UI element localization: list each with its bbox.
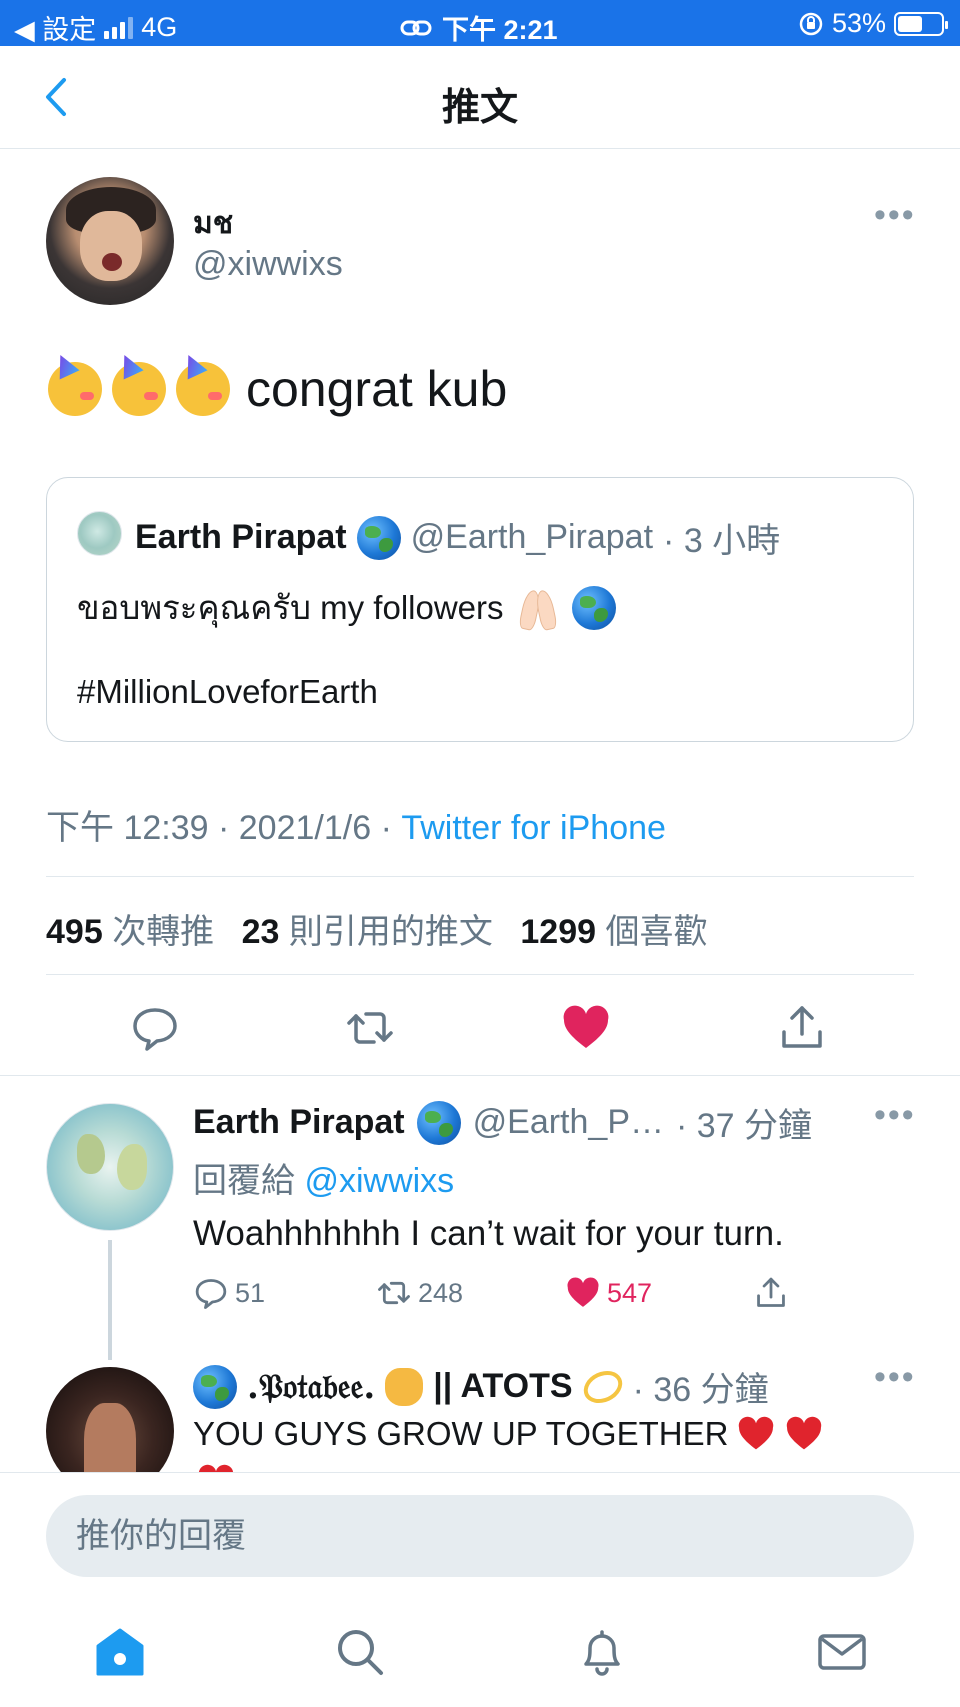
search-icon[interactable] — [334, 1626, 386, 1678]
like-count-label[interactable]: 個喜歡 — [605, 913, 707, 951]
liked-heart-icon — [567, 1277, 599, 1307]
retweet-icon[interactable] — [344, 1002, 396, 1054]
more-options-icon[interactable]: ••• — [874, 196, 916, 235]
reply-to-line: 回覆給 @xiwwixs — [193, 1153, 454, 1202]
retweet-icon — [378, 1281, 410, 1305]
meta-separator: · — [217, 809, 230, 847]
partying-face-emoji-icon — [48, 362, 102, 416]
status-bar: ◀ 設定 4G 下午 2:21 53% — [0, 0, 960, 46]
tweet-source-link[interactable]: Twitter for iPhone — [401, 809, 666, 847]
messages-mail-icon[interactable] — [816, 1626, 868, 1678]
notifications-bell-icon[interactable] — [576, 1626, 628, 1678]
quoted-tweet-hashtag: #MillionLoveforEarth — [77, 673, 378, 710]
red-heart-emoji-icon — [739, 1416, 774, 1450]
retweet-count[interactable]: 495 — [46, 913, 103, 951]
status-bar-left: ◀ 設定 4G — [14, 8, 177, 47]
link-icon — [400, 20, 432, 35]
partying-face-emoji-icon — [176, 362, 230, 416]
status-time: 下午 2:21 — [442, 15, 558, 45]
share-icon — [757, 1277, 785, 1307]
reply-author-handle[interactable]: @Earth_P… — [473, 1103, 664, 1142]
reply2-author-name[interactable]: .𝔓𝔬𝔱𝔞𝔟𝔢𝔢. — [247, 1367, 375, 1407]
quoted-tweet-header: Earth Pirapat @Earth_Pirapat · 3 小時 — [135, 513, 780, 562]
partying-face-emoji-icon — [112, 362, 166, 416]
cat-emoji-icon — [385, 1367, 424, 1406]
meta-separator: · — [380, 809, 392, 847]
reply2-text: YOU GUYS GROW UP TOGETHER — [193, 1414, 824, 1454]
reply2-author-name-suffix[interactable]: || ATOTS — [433, 1367, 572, 1406]
nav-bar: 推文 — [0, 46, 960, 149]
section-divider — [0, 1075, 960, 1076]
reply-to-handle[interactable]: @xiwwixs — [304, 1162, 454, 1200]
reply-reply-button[interactable]: 51 — [193, 1275, 265, 1311]
reply-reply-count: 51 — [235, 1277, 266, 1308]
quoted-tweet-text: ขอบพระคุณครับ my followers — [77, 581, 616, 634]
reply2-time: · 36 分鐘 — [632, 1371, 769, 1409]
reply-retweet-button[interactable]: 248 — [376, 1275, 463, 1311]
reply-retweet-count: 248 — [418, 1277, 464, 1308]
liked-heart-icon[interactable] — [560, 1002, 612, 1054]
reply2-header: .𝔓𝔬𝔱𝔞𝔟𝔢𝔢. || ATOTS · 36 分鐘 — [193, 1362, 769, 1411]
reply-header: Earth Pirapat @Earth_P… · 37 分鐘 — [193, 1098, 812, 1147]
cellular-signal-icon — [104, 16, 134, 39]
reply-compose-area — [0, 1472, 960, 1707]
status-bar-right: 53% — [798, 8, 948, 39]
quoted-author-name: Earth Pirapat — [135, 518, 347, 556]
author-handle[interactable]: @xiwwixs — [193, 245, 343, 284]
tweet-text: congrat kub — [48, 360, 507, 418]
rotation-lock-icon — [799, 12, 823, 35]
tweet-date: 2021/1/6 — [238, 809, 372, 847]
back-to-app-label[interactable]: ◀ 設定 — [14, 8, 96, 47]
reply2-body: YOU GUYS GROW UP TOGETHER — [193, 1415, 729, 1452]
quote-count[interactable]: 23 — [242, 913, 280, 951]
red-heart-emoji-icon — [787, 1416, 822, 1450]
tweet-meta: 下午 12:39 · 2021/1/6 · Twitter for iPhone — [46, 800, 666, 849]
reply-actions: 51 248 547 — [193, 1275, 833, 1315]
reply-author-name[interactable]: Earth Pirapat — [193, 1103, 405, 1142]
page-title: 推文 — [441, 87, 518, 129]
globe-emoji-icon — [193, 1364, 237, 1409]
divider — [46, 876, 914, 877]
retweet-count-label[interactable]: 次轉推 — [112, 913, 214, 951]
quoted-author-avatar — [77, 511, 122, 556]
reply-text: Woahhhhhhh I can’t wait for your turn. — [193, 1214, 784, 1253]
globe-emoji-icon — [571, 585, 616, 630]
tweet-stats: 495 次轉推 23 則引用的推文 1299 個喜歡 — [46, 904, 725, 953]
more-options-icon[interactable]: ••• — [874, 1096, 916, 1135]
thread-line — [108, 1240, 112, 1360]
tweet-body: congrat kub — [246, 361, 508, 417]
more-options-icon[interactable]: ••• — [874, 1358, 916, 1397]
network-type: 4G — [141, 12, 178, 42]
folded-hands-emoji-icon — [517, 586, 558, 631]
quoted-author-handle: @Earth_Pirapat — [410, 518, 654, 556]
author-name[interactable]: มช — [193, 200, 233, 247]
reply-to-label: 回覆給 — [193, 1162, 295, 1200]
author-avatar[interactable] — [46, 177, 174, 305]
like-count[interactable]: 1299 — [520, 913, 596, 951]
globe-emoji-icon — [416, 1100, 461, 1145]
reply-like-button[interactable]: 547 — [565, 1275, 652, 1311]
status-bar-center: 下午 2:21 — [400, 8, 558, 47]
share-icon[interactable] — [776, 1002, 828, 1054]
battery-icon — [894, 11, 948, 36]
globe-emoji-icon — [356, 515, 401, 560]
reply-input[interactable] — [46, 1495, 914, 1577]
tweet-time: 下午 12:39 — [46, 809, 209, 847]
battery-percent: 53% — [831, 8, 886, 38]
divider — [46, 974, 914, 975]
reply-author-avatar[interactable] — [46, 1103, 174, 1231]
reply-share-button[interactable] — [753, 1275, 789, 1311]
quote-count-label[interactable]: 則引用的推文 — [289, 913, 493, 951]
dizzy-emoji-icon — [578, 1364, 628, 1409]
reply-like-count: 547 — [607, 1277, 653, 1308]
reply-icon[interactable] — [129, 1002, 181, 1054]
reply-time: · 37 分鐘 — [676, 1107, 813, 1145]
home-icon[interactable] — [94, 1626, 146, 1678]
reply-icon — [195, 1279, 227, 1309]
quoted-tweet-line1: ขอบพระคุณครับ my followers — [77, 589, 504, 626]
quoted-tweet-time: · 3 小時 — [663, 522, 781, 560]
quoted-tweet-card[interactable]: Earth Pirapat @Earth_Pirapat · 3 小時 ขอบพ… — [46, 477, 914, 742]
